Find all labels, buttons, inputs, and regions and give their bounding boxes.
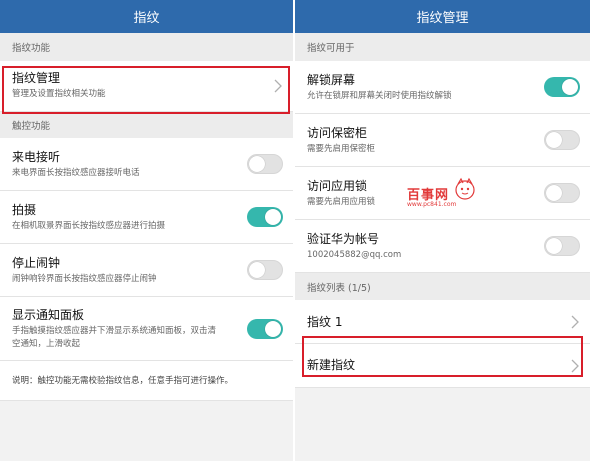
fingerprint-settings-screen: 指纹 指纹功能 指纹管理 管理及设置指纹相关功能 触控功能 来电接听 来电界面长… [0,0,293,461]
section-header-touch: 触控功能 [0,112,293,138]
access-safe-toggle[interactable] [544,130,580,150]
section-label: 触控功能 [12,121,51,132]
list-item-verify-huawei-account[interactable]: 验证华为帐号 1002045882@qq.com [295,220,590,273]
section-header-list: 指纹列表 (1/5) [295,273,590,300]
item-title: 指纹 1 [307,315,343,329]
list-item-access-safe[interactable]: 访问保密柜 需要先启用保密柜 [295,114,590,167]
fingerprint-1-item[interactable]: 指纹 1 [295,300,590,344]
page-title: 指纹管理 [416,11,469,26]
item-title: 指纹管理 [12,71,61,85]
section-label: 指纹功能 [12,43,51,54]
section-header-usage: 指纹可用于 [295,33,590,61]
section-label: 指纹列表 (1/5) [307,282,371,294]
list-item-capture[interactable]: 拍摄 在相机取景界面长按指纹感应器进行拍摄 [0,191,293,244]
titlebar: 指纹 [0,0,293,33]
access-app-lock-toggle[interactable] [544,183,580,203]
fingerprint-management-screen: 指纹管理 指纹可用于 解锁屏幕 允许在锁屏和屏幕关闭时使用指纹解锁 访问保密柜 … [295,0,590,461]
unlock-screen-toggle[interactable] [544,77,580,97]
page-title: 指纹 [133,11,160,26]
stop-alarm-toggle[interactable] [247,260,283,280]
item-title: 新建指纹 [307,358,356,372]
item-subtitle: 管理及设置指纹相关功能 [12,89,106,99]
item-subtitle-line2: 空通知，上滑收起 [12,339,81,349]
notification-panel-toggle[interactable] [247,318,283,339]
list-item-stop-alarm[interactable]: 停止闹钟 闹钟响铃界面长按指纹感应器停止闹钟 [0,244,293,297]
chevron-right-icon [273,79,283,93]
titlebar: 指纹管理 [295,0,590,33]
capture-toggle[interactable] [247,207,283,227]
list-item-unlock-screen[interactable]: 解锁屏幕 允许在锁屏和屏幕关闭时使用指纹解锁 [295,61,590,114]
answer-call-toggle[interactable] [247,154,283,174]
list-item-answer-call[interactable]: 来电接听 来电界面长按指纹感应器接听电话 [0,138,293,191]
new-fingerprint-item[interactable]: 新建指纹 [295,344,590,388]
section-header-fingerprint: 指纹功能 [0,33,293,61]
section-label: 指纹可用于 [307,43,355,54]
explanation-note: 说明：触控功能无需校验指纹信息，任意手指可进行操作。 [0,361,293,401]
list-item-notification-panel[interactable]: 显示通知面板 手指触摸指纹感应器并下滑显示系统通知面板，双击清 空通知，上滑收起 [0,297,293,361]
list-item-access-app-lock[interactable]: 访问应用锁 需要先启用应用锁 [295,167,590,220]
chevron-right-icon [570,315,580,329]
chevron-right-icon [570,359,580,373]
verify-account-toggle[interactable] [544,236,580,256]
fingerprint-management-item[interactable]: 指纹管理 管理及设置指纹相关功能 [0,61,293,112]
